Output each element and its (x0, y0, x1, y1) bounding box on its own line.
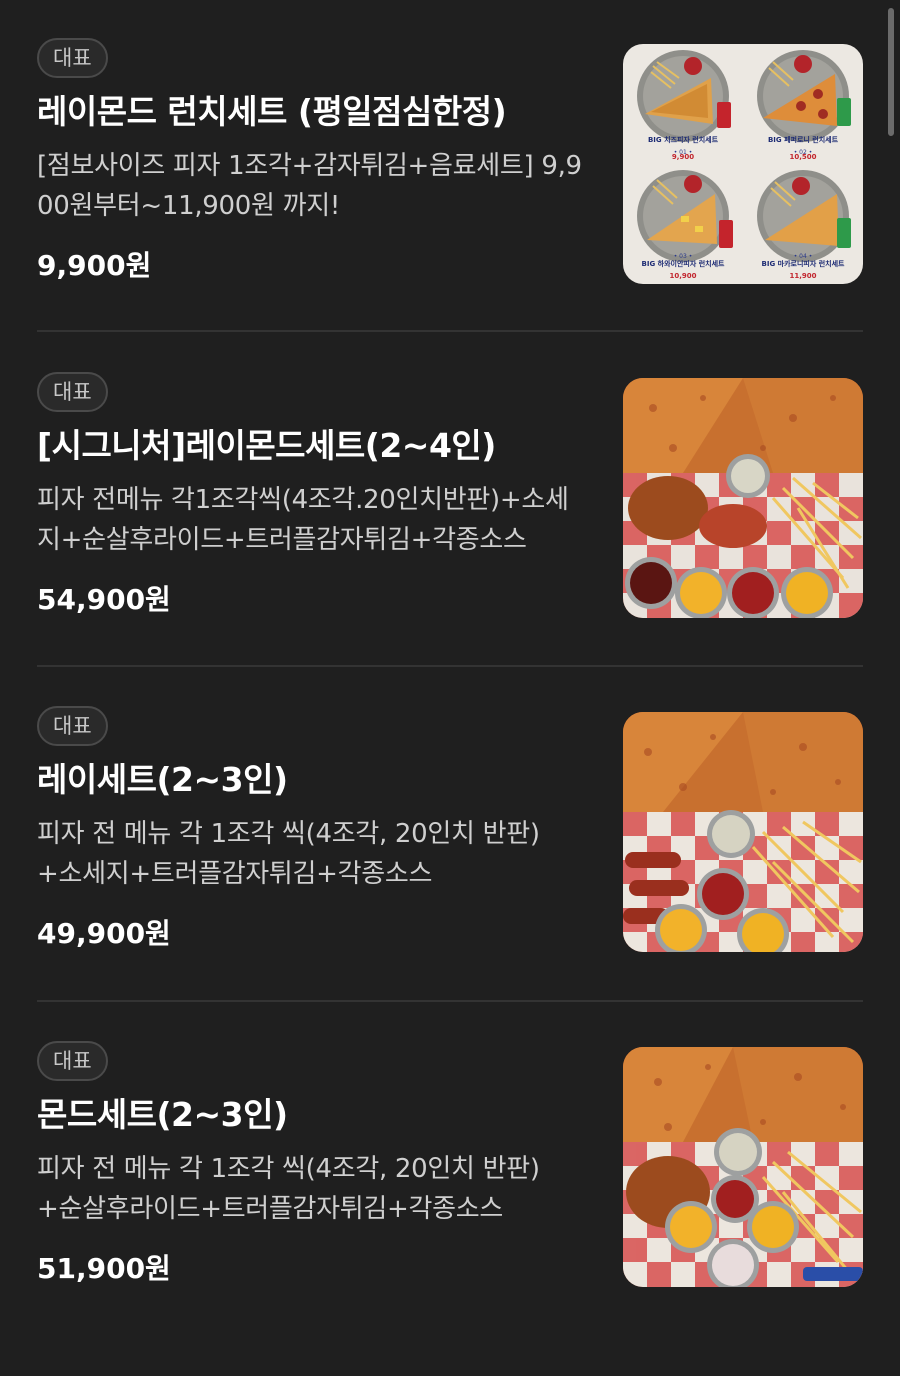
divider (37, 1000, 863, 1002)
ray-set-photo[interactable] (623, 712, 863, 952)
set3-name: BIG 하와이안피자 런치세트 (642, 259, 726, 268)
set1-price: 9,900 (672, 153, 694, 161)
scrollbar[interactable] (888, 8, 894, 136)
mond-set-image (623, 1047, 863, 1287)
item-description: 피자 전 메뉴 각 1조각 씩(4조각, 20인치 반판)+순살후라이드+트러플… (37, 1154, 540, 1224)
divider (37, 665, 863, 667)
ray-set-image (623, 712, 863, 952)
menu-item-signature-set[interactable]: 대표 [시그니처]레이몬드세트(2~4인) 피자 전메뉴 각1조각씩(4조각.2… (37, 372, 863, 707)
set4-name: BIG 마카로니피자 런치세트 (762, 259, 846, 268)
representative-badge: 대표 (37, 38, 108, 78)
menu-item-lunch-set[interactable]: 대표 레이몬드 런치세트 (평일점심한정) [점보사이즈 피자 1조각+감자튀김… (37, 38, 863, 373)
menu-item-ray-set[interactable]: 대표 레이세트(2~3인) 피자 전 메뉴 각 1조각 씩(4조각, 20인치 … (37, 706, 863, 1041)
item-description: 피자 전 메뉴 각 1조각 씩(4조각, 20인치 반판)+소세지+트러플감자튀… (37, 819, 540, 889)
divider (37, 330, 863, 332)
menu-item-mond-set[interactable]: 대표 몬드세트(2~3인) 피자 전 메뉴 각 1조각 씩(4조각, 20인치 … (37, 1041, 863, 1376)
item-price: 49,900원 (37, 917, 171, 950)
lunch-set-image: • 01 • BIG 치즈피자 런치세트 9,900 BIG 페퍼로니 런치세트… (623, 44, 863, 284)
menu-list: 대표 레이몬드 런치세트 (평일점심한정) [점보사이즈 피자 1조각+감자튀김… (0, 0, 900, 1310)
set1-name: BIG 치즈피자 런치세트 (648, 135, 719, 144)
set4-number: • 04 • (794, 253, 813, 260)
set2-name: BIG 페퍼로니 런치세트 (768, 135, 839, 144)
representative-badge: 대표 (37, 706, 108, 746)
item-description: [점보사이즈 피자 1조각+감자튀김+음료세트] 9,900원부터~11,900… (37, 151, 582, 221)
signature-set-photo[interactable] (623, 378, 863, 618)
item-title: 레이몬드 런치세트 (평일점심한정) (37, 92, 507, 131)
item-title: [시그니처]레이몬드세트(2~4인) (37, 426, 496, 465)
item-description: 피자 전메뉴 각1조각씩(4조각.20인치반판)+소세지+순살후라이드+트러플감… (37, 485, 569, 555)
item-price: 9,900원 (37, 249, 152, 282)
item-title: 몬드세트(2~3인) (37, 1095, 288, 1134)
item-title: 레이세트(2~3인) (37, 760, 288, 799)
mond-set-photo[interactable] (623, 1047, 863, 1287)
representative-badge: 대표 (37, 1041, 108, 1081)
set4-price: 11,900 (789, 272, 816, 280)
item-price: 54,900원 (37, 583, 171, 616)
set3-price: 10,900 (669, 272, 696, 280)
representative-badge: 대표 (37, 372, 108, 412)
item-price: 51,900원 (37, 1252, 171, 1285)
set3-number: • 03 • (674, 253, 693, 260)
signature-set-image (623, 378, 863, 618)
set2-price: 10,500 (789, 153, 816, 161)
lunch-set-photo[interactable]: • 01 • BIG 치즈피자 런치세트 9,900 BIG 페퍼로니 런치세트… (623, 44, 863, 284)
